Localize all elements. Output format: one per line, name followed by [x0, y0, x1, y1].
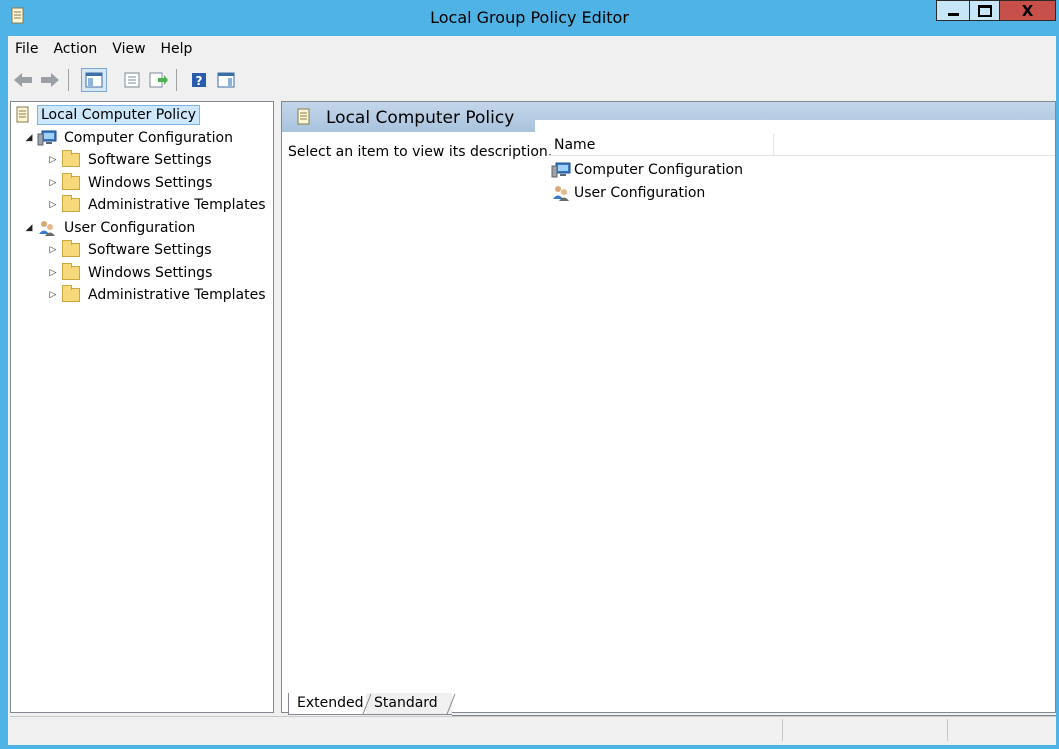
tree-item-label: Computer Configuration	[64, 130, 233, 146]
app-window: Local Group Policy Editor X File Action …	[0, 0, 1059, 749]
tree-item-label: Software Settings	[88, 242, 212, 258]
menu-view[interactable]: View	[105, 36, 153, 62]
maximize-button[interactable]	[969, 0, 1000, 21]
tree-item-label: Administrative Templates	[88, 287, 266, 303]
tree-item-administrative-templates[interactable]: ▷ Administrative Templates	[47, 194, 269, 216]
title-bar[interactable]: Local Group Policy Editor X	[0, 0, 1059, 36]
folder-icon	[61, 195, 81, 214]
expand-triangle-icon[interactable]: ▷	[47, 200, 59, 210]
users-icon	[37, 219, 57, 237]
results-pane: Local Computer Policy Select an item to …	[281, 101, 1056, 713]
expand-triangle-icon[interactable]: ▷	[47, 178, 59, 188]
tree-item-label: Software Settings	[88, 152, 212, 168]
console-tree-icon	[85, 72, 103, 88]
expand-triangle-icon[interactable]: ▷	[47, 290, 59, 300]
menu-bar: File Action View Help	[8, 36, 1056, 62]
tree-item-administrative-templates[interactable]: ▷ Administrative Templates	[47, 284, 269, 306]
toolbar-separator	[68, 69, 69, 91]
users-icon	[551, 184, 571, 202]
list-item-label: Computer Configuration	[574, 162, 743, 178]
expand-triangle-icon[interactable]: ▷	[47, 245, 59, 255]
properties-icon	[124, 72, 140, 88]
export-list-button[interactable]	[148, 69, 170, 91]
tab-extended[interactable]: Extended	[288, 693, 368, 715]
folder-icon	[61, 173, 81, 192]
list-item-label: User Configuration	[574, 185, 706, 201]
tab-divider	[446, 693, 456, 715]
tree-item-software-settings[interactable]: ▷ Software Settings	[47, 239, 215, 261]
tree-item-windows-settings[interactable]: ▷ Windows Settings	[47, 172, 215, 194]
properties-button[interactable]	[121, 69, 143, 91]
folder-icon	[61, 150, 81, 169]
folder-icon	[61, 263, 81, 282]
folder-icon	[61, 285, 81, 304]
window-title: Local Group Policy Editor	[430, 8, 629, 27]
show-hide-action-pane-button[interactable]	[215, 69, 237, 91]
back-arrow-icon	[14, 73, 32, 87]
computer-icon	[551, 161, 571, 179]
menu-help[interactable]: Help	[154, 36, 201, 62]
tree-item-computer-configuration[interactable]: ◢ Computer Configuration	[23, 127, 236, 149]
tree-item-local-computer-policy[interactable]: Local Computer Policy	[13, 104, 201, 126]
policy-scroll-icon	[296, 108, 312, 130]
tree-item-user-configuration[interactable]: ◢ User Configuration	[23, 217, 198, 239]
status-panel	[947, 719, 1055, 741]
description-text: Select an item to view its description.	[288, 144, 553, 160]
results-header-title: Local Computer Policy	[326, 108, 515, 128]
folder-icon	[61, 240, 81, 259]
tab-standard[interactable]: Standard	[366, 693, 452, 715]
policy-scroll-icon	[13, 106, 33, 124]
list-item-computer-configuration[interactable]: Computer Configuration	[551, 159, 743, 181]
help-button[interactable]: ?	[188, 69, 210, 91]
collapse-triangle-icon[interactable]: ◢	[23, 133, 35, 143]
close-button[interactable]: X	[1000, 0, 1056, 21]
expand-triangle-icon[interactable]: ▷	[47, 155, 59, 165]
tree-item-windows-settings[interactable]: ▷ Windows Settings	[47, 262, 215, 284]
list-item-user-configuration[interactable]: User Configuration	[551, 182, 705, 204]
svg-text:?: ?	[196, 74, 203, 88]
forward-arrow-icon	[41, 73, 59, 87]
status-panel	[782, 719, 947, 741]
tree-item-label: Administrative Templates	[88, 197, 266, 213]
console-tree: Local Computer Policy ◢ Computer Configu…	[10, 101, 274, 713]
tab-divider	[362, 693, 372, 715]
minimize-button[interactable]	[936, 0, 969, 21]
tree-item-software-settings[interactable]: ▷ Software Settings	[47, 149, 215, 171]
minimize-icon	[947, 13, 959, 16]
maximize-icon	[977, 4, 992, 17]
menu-action[interactable]: Action	[46, 36, 105, 62]
tree-item-label: User Configuration	[64, 220, 196, 236]
expand-triangle-icon[interactable]: ▷	[47, 268, 59, 278]
back-button[interactable]	[12, 69, 34, 91]
computer-icon	[37, 129, 57, 147]
action-pane-icon	[217, 72, 235, 88]
menu-file[interactable]: File	[8, 36, 46, 62]
tree-item-label: Windows Settings	[88, 265, 213, 281]
close-icon: X	[1021, 1, 1034, 20]
column-header-filler	[774, 134, 1055, 156]
tree-item-label: Local Computer Policy	[37, 105, 201, 125]
column-header-name[interactable]: Name	[548, 134, 774, 156]
status-bar	[10, 716, 1056, 743]
forward-button[interactable]	[39, 69, 61, 91]
show-hide-console-tree-button[interactable]	[81, 68, 107, 92]
tree-item-label: Windows Settings	[88, 175, 213, 191]
client-area: File Action View Help ? Local Computer P…	[8, 36, 1056, 745]
collapse-triangle-icon[interactable]: ◢	[23, 223, 35, 233]
toolbar-separator	[176, 69, 177, 91]
toolbar: ?	[8, 63, 1056, 97]
export-list-icon	[149, 72, 168, 88]
help-icon: ?	[192, 73, 206, 88]
